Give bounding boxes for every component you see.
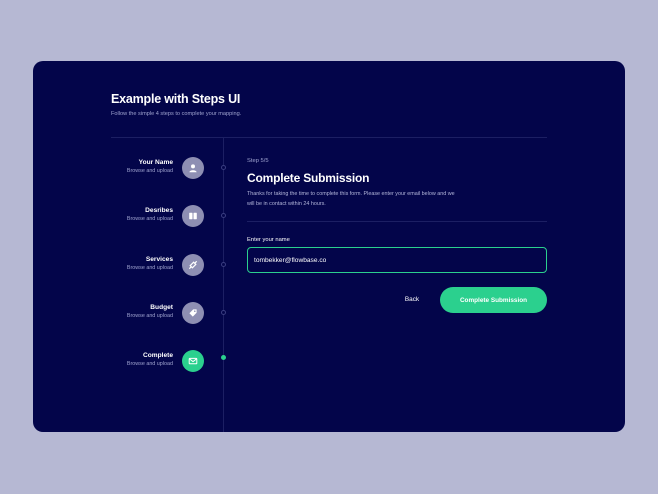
complete-submission-button[interactable]: Complete Submission (440, 287, 547, 313)
step-description: Browse and upload (126, 313, 173, 319)
step-description: Browse and upload (126, 265, 173, 271)
step-description: Browse and upload (126, 168, 173, 174)
step-budget[interactable]: Budget Browse and upload (33, 302, 233, 327)
step-complete[interactable]: Complete Browse and upload (33, 350, 233, 375)
form-description: Thanks for taking the time to complete t… (247, 191, 455, 207)
step-name: Services (145, 256, 173, 263)
step-icon-circle (182, 205, 204, 227)
progress-dot (221, 310, 226, 315)
progress-dot (221, 165, 226, 170)
step-name: Budget (150, 304, 173, 311)
progress-dot (221, 213, 226, 218)
form-title: Complete Submission (247, 171, 370, 185)
progress-dot (221, 262, 226, 267)
step-name: Complete (142, 352, 173, 359)
step-counter: Step 5/5 (247, 158, 269, 164)
step-icon-circle (182, 350, 204, 372)
step-icon-circle (182, 302, 204, 324)
steps-card: Example with Steps UI Follow the simple … (33, 61, 625, 432)
step-description: Browse and upload (126, 216, 173, 222)
step-name: Desribes (145, 207, 173, 214)
step-icon-circle (182, 157, 204, 179)
step-description: Browse and upload (126, 361, 173, 367)
name-input[interactable] (247, 247, 547, 273)
page-title: Example with Steps UI (111, 92, 241, 106)
step-icon-circle (182, 254, 204, 276)
header-divider (111, 137, 547, 138)
step-your-name[interactable]: Your Name Browse and upload (33, 157, 233, 182)
link-icon (188, 260, 198, 270)
step-name: Your Name (138, 159, 173, 166)
progress-dot-active (221, 355, 226, 360)
progress-line (223, 138, 224, 432)
page-subtitle: Follow the simple 4 steps to complete yo… (111, 111, 242, 117)
back-button[interactable]: Back (397, 291, 427, 307)
form-divider (247, 221, 547, 222)
step-services[interactable]: Services Browse and upload (33, 254, 233, 279)
book-icon (189, 212, 197, 220)
name-field-label: Enter your name (247, 237, 290, 243)
user-icon (189, 164, 197, 173)
mail-icon (188, 357, 198, 365)
tag-icon (189, 309, 197, 317)
step-desribes[interactable]: Desribes Browse and upload (33, 205, 233, 230)
